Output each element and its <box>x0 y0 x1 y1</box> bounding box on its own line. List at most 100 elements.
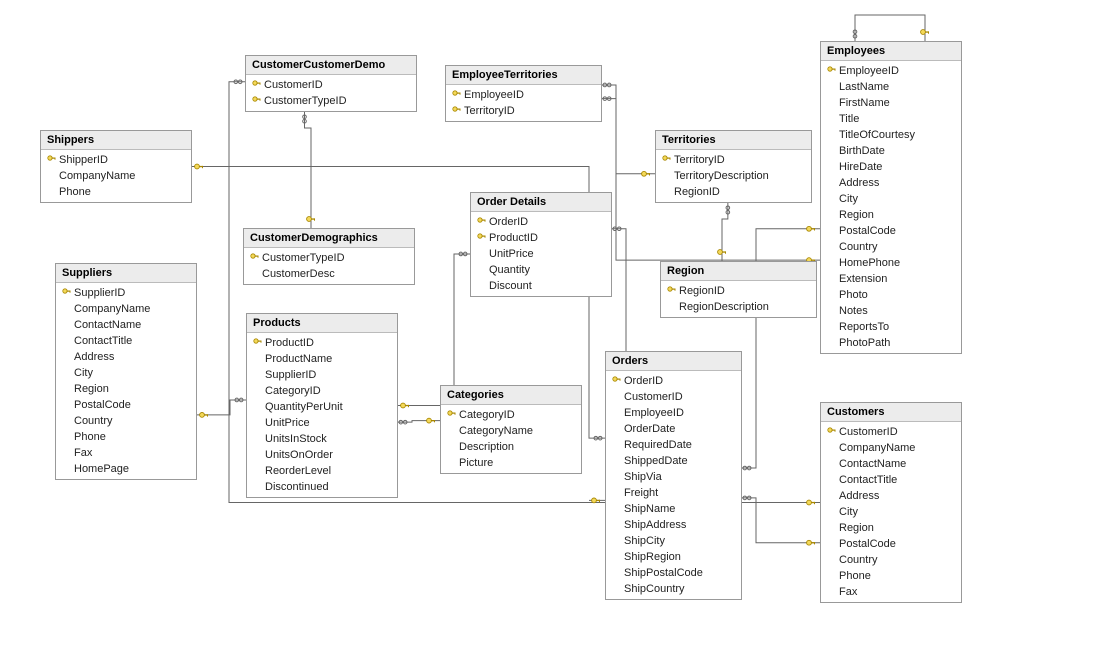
column-CustomerID[interactable]: CustomerID <box>821 424 961 440</box>
column-TerritoryDescription[interactable]: TerritoryDescription <box>656 168 811 184</box>
column-Country[interactable]: Country <box>821 239 961 255</box>
table-title[interactable]: CustomerCustomerDemo <box>246 56 416 75</box>
relationship-employeeTerritories-territories[interactable] <box>600 99 655 174</box>
column-ReorderLevel[interactable]: ReorderLevel <box>247 463 397 479</box>
column-Discontinued[interactable]: Discontinued <box>247 479 397 495</box>
column-PostalCode[interactable]: PostalCode <box>56 397 196 413</box>
column-Region[interactable]: Region <box>56 381 196 397</box>
column-Description[interactable]: Description <box>441 439 581 455</box>
column-Phone[interactable]: Phone <box>56 429 196 445</box>
column-Notes[interactable]: Notes <box>821 303 961 319</box>
table-customerCustomerDemo[interactable]: CustomerCustomerDemo CustomerIDCustomerTy… <box>245 55 417 112</box>
table-territories[interactable]: TerritoriesTerritoryIDTerritoryDescripti… <box>655 130 812 203</box>
column-Freight[interactable]: Freight <box>606 485 741 501</box>
column-HomePage[interactable]: HomePage <box>56 461 196 477</box>
column-ShipCountry[interactable]: ShipCountry <box>606 581 741 597</box>
column-SupplierID[interactable]: SupplierID <box>247 367 397 383</box>
column-UnitPrice[interactable]: UnitPrice <box>471 246 611 262</box>
table-title[interactable]: Employees <box>821 42 961 61</box>
table-customerDemographics[interactable]: CustomerDemographicsCustomerTypeIDCustom… <box>243 228 415 285</box>
table-categories[interactable]: CategoriesCategoryIDCategoryNameDescript… <box>440 385 582 474</box>
table-title[interactable]: Products <box>247 314 397 333</box>
column-ShipName[interactable]: ShipName <box>606 501 741 517</box>
column-ReportsTo[interactable]: ReportsTo <box>821 319 961 335</box>
column-CustomerID[interactable]: CustomerID <box>246 77 416 93</box>
column-CategoryName[interactable]: CategoryName <box>441 423 581 439</box>
column-CompanyName[interactable]: CompanyName <box>821 440 961 456</box>
table-title[interactable]: Suppliers <box>56 264 196 283</box>
column-BirthDate[interactable]: BirthDate <box>821 143 961 159</box>
table-employeeTerritories[interactable]: EmployeeTerritories EmployeeIDTerritoryID <box>445 65 602 122</box>
column-ShipperID[interactable]: ShipperID <box>41 152 191 168</box>
column-ShipCity[interactable]: ShipCity <box>606 533 741 549</box>
column-LastName[interactable]: LastName <box>821 79 961 95</box>
table-shippers[interactable]: ShippersShipperIDCompanyNamePhone <box>40 130 192 203</box>
table-title[interactable]: Shippers <box>41 131 191 150</box>
column-Extension[interactable]: Extension <box>821 271 961 287</box>
column-Address[interactable]: Address <box>56 349 196 365</box>
column-TerritoryID[interactable]: TerritoryID <box>446 103 601 119</box>
column-Picture[interactable]: Picture <box>441 455 581 471</box>
column-CompanyName[interactable]: CompanyName <box>41 168 191 184</box>
column-RegionID[interactable]: RegionID <box>656 184 811 200</box>
table-title[interactable]: CustomerDemographics <box>244 229 414 248</box>
column-PostalCode[interactable]: PostalCode <box>821 223 961 239</box>
table-title[interactable]: Customers <box>821 403 961 422</box>
table-title[interactable]: EmployeeTerritories <box>446 66 601 85</box>
column-Region[interactable]: Region <box>821 207 961 223</box>
column-CompanyName[interactable]: CompanyName <box>56 301 196 317</box>
column-ShipVia[interactable]: ShipVia <box>606 469 741 485</box>
relationship-customerCustomerDemo-customerDemographics[interactable] <box>305 112 312 228</box>
column-EmployeeID[interactable]: EmployeeID <box>821 63 961 79</box>
column-RequiredDate[interactable]: RequiredDate <box>606 437 741 453</box>
column-TitleOfCourtesy[interactable]: TitleOfCourtesy <box>821 127 961 143</box>
column-ContactTitle[interactable]: ContactTitle <box>821 472 961 488</box>
column-CustomerTypeID[interactable]: CustomerTypeID <box>244 250 414 266</box>
column-PostalCode[interactable]: PostalCode <box>821 536 961 552</box>
column-UnitPrice[interactable]: UnitPrice <box>247 415 397 431</box>
column-Photo[interactable]: Photo <box>821 287 961 303</box>
table-title[interactable]: Region <box>661 262 816 281</box>
column-ContactTitle[interactable]: ContactTitle <box>56 333 196 349</box>
table-orders[interactable]: OrdersOrderIDCustomerIDEmployeeIDOrderDa… <box>605 351 742 600</box>
column-OrderID[interactable]: OrderID <box>471 214 611 230</box>
column-CategoryID[interactable]: CategoryID <box>247 383 397 399</box>
column-Quantity[interactable]: Quantity <box>471 262 611 278</box>
column-OrderDate[interactable]: OrderDate <box>606 421 741 437</box>
column-Discount[interactable]: Discount <box>471 278 611 294</box>
column-PhotoPath[interactable]: PhotoPath <box>821 335 961 351</box>
column-ProductID[interactable]: ProductID <box>471 230 611 246</box>
column-CategoryID[interactable]: CategoryID <box>441 407 581 423</box>
relationship-employees-employees[interactable] <box>855 15 925 41</box>
column-City[interactable]: City <box>821 191 961 207</box>
column-RegionID[interactable]: RegionID <box>661 283 816 299</box>
column-RegionDescription[interactable]: RegionDescription <box>661 299 816 315</box>
table-orderDetails[interactable]: Order DetailsOrderIDProductIDUnitPriceQu… <box>470 192 612 297</box>
column-UnitsInStock[interactable]: UnitsInStock <box>247 431 397 447</box>
table-suppliers[interactable]: Suppliers SupplierIDCompanyNameContactNam… <box>55 263 197 480</box>
column-Country[interactable]: Country <box>56 413 196 429</box>
column-SupplierID[interactable]: SupplierID <box>56 285 196 301</box>
column-CustomerTypeID[interactable]: CustomerTypeID <box>246 93 416 109</box>
column-ContactName[interactable]: ContactName <box>56 317 196 333</box>
column-Phone[interactable]: Phone <box>821 568 961 584</box>
column-Address[interactable]: Address <box>821 175 961 191</box>
column-Title[interactable]: Title <box>821 111 961 127</box>
table-employees[interactable]: EmployeesEmployeeIDLastNameFirstNameTitl… <box>820 41 962 354</box>
column-CustomerID[interactable]: CustomerID <box>606 389 741 405</box>
column-OrderID[interactable]: OrderID <box>606 373 741 389</box>
column-Country[interactable]: Country <box>821 552 961 568</box>
column-HireDate[interactable]: HireDate <box>821 159 961 175</box>
column-Fax[interactable]: Fax <box>821 584 961 600</box>
table-products[interactable]: ProductsProductIDProductNameSupplierIDCa… <box>246 313 398 498</box>
column-UnitsOnOrder[interactable]: UnitsOnOrder <box>247 447 397 463</box>
column-ShipRegion[interactable]: ShipRegion <box>606 549 741 565</box>
column-EmployeeID[interactable]: EmployeeID <box>446 87 601 103</box>
column-HomePhone[interactable]: HomePhone <box>821 255 961 271</box>
column-ContactName[interactable]: ContactName <box>821 456 961 472</box>
table-customers[interactable]: Customers CustomerIDCompanyNameContactNam… <box>820 402 962 603</box>
column-City[interactable]: City <box>56 365 196 381</box>
column-Fax[interactable]: Fax <box>56 445 196 461</box>
column-TerritoryID[interactable]: TerritoryID <box>656 152 811 168</box>
column-ShipPostalCode[interactable]: ShipPostalCode <box>606 565 741 581</box>
